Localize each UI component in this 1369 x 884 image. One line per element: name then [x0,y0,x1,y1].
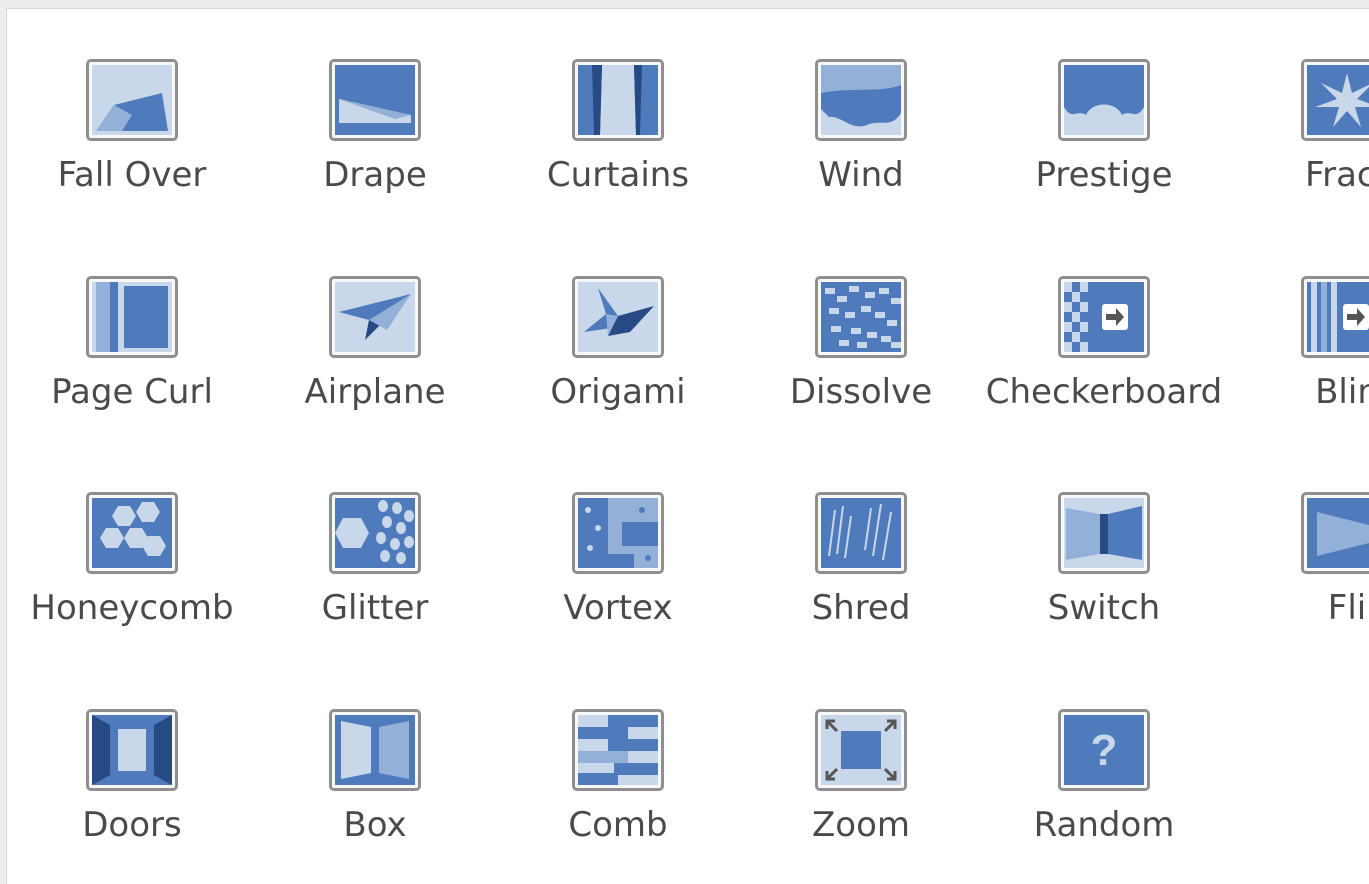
transition-label: Prestige [1035,155,1173,195]
transition-box[interactable]: Box [254,659,496,845]
box-icon[interactable] [329,708,421,791]
transition-drape[interactable]: Drape [254,9,496,195]
transition-honeycomb[interactable]: Honeycomb [11,442,253,628]
drape-icon[interactable] [329,59,421,141]
glitter-icon[interactable] [329,492,421,574]
transition-origami[interactable]: Origami [497,226,739,412]
transition-fall-over[interactable]: Fall Over [11,9,253,195]
page-curl-icon[interactable] [86,275,178,358]
transition-label: Drape [323,155,427,195]
shred-icon[interactable] [815,492,907,574]
transition-label: Checkerboard [985,371,1223,412]
honeycomb-icon[interactable] [86,492,178,574]
transition-fli[interactable]: Fli [1226,442,1369,628]
flip-icon[interactable] [1301,492,1369,574]
transition-zoom[interactable]: Zoom [740,659,982,845]
transition-label: Honeycomb [30,588,234,628]
origami-icon[interactable] [572,275,664,358]
transition-page-curl[interactable]: Page Curl [11,226,253,412]
fracture-icon[interactable] [1301,59,1369,141]
transition-label: Curtains [546,155,690,195]
curtains-icon[interactable] [572,59,664,141]
transition-label: Shred [811,588,911,628]
switch-icon[interactable] [1058,492,1150,574]
dissolve-icon[interactable] [815,275,907,358]
transition-doors[interactable]: Doors [11,659,253,845]
transition-blin[interactable]: Blin [1226,226,1369,412]
transition-label: Airplane [304,371,446,412]
transition-label: Fli [1327,588,1367,628]
transition-label: Vortex [563,588,673,628]
transition-label: Origami [550,371,686,412]
transition-glitter[interactable]: Glitter [254,442,496,628]
blinds-icon[interactable] [1301,275,1369,358]
wind-icon[interactable] [815,59,907,141]
transition-label: Dissolve [789,371,933,412]
transition-label: Box [343,804,407,845]
prestige-icon[interactable] [1058,59,1150,141]
transition-switch[interactable]: Switch [983,442,1225,628]
random-icon[interactable]: ? [1058,708,1150,791]
transition-checkerboard[interactable]: Checkerboard [983,226,1225,412]
transition-label: Comb [568,804,668,845]
transition-wind[interactable]: Wind [740,9,982,195]
transition-label: Zoom [811,804,910,845]
transition-label: Doors [82,804,182,845]
comb-icon[interactable] [572,708,664,791]
vortex-icon[interactable] [572,492,664,574]
fall-over-icon[interactable] [86,59,178,141]
transition-airplane[interactable]: Airplane [254,226,496,412]
transition-fract[interactable]: Fract [1226,9,1369,195]
transition-label: Page Curl [51,371,213,412]
svg-text:?: ? [1091,726,1118,775]
transition-curtains[interactable]: Curtains [497,9,739,195]
transition-label: Glitter [321,588,429,628]
transition-shred[interactable]: Shred [740,442,982,628]
transition-vortex[interactable]: Vortex [497,442,739,628]
transition-label: Switch [1047,588,1161,628]
transition-comb[interactable]: Comb [497,659,739,845]
transition-dissolve[interactable]: Dissolve [740,226,982,412]
transition-label: Fract [1305,155,1369,195]
zoom-icon[interactable] [815,708,907,791]
transitions-gallery: Fall Over Drape Curtains Wind Prestige Fr… [6,8,1369,884]
airplane-icon[interactable] [329,275,421,358]
transition-label: Blin [1315,371,1369,412]
transition-label: Fall Over [57,155,207,195]
transition-label: Wind [818,155,904,195]
transition-label: Random [1033,804,1175,845]
transition-random[interactable]: ? Random [983,659,1225,845]
checkerboard-icon[interactable] [1058,275,1150,358]
transition-prestige[interactable]: Prestige [983,9,1225,195]
doors-icon[interactable] [86,708,178,791]
